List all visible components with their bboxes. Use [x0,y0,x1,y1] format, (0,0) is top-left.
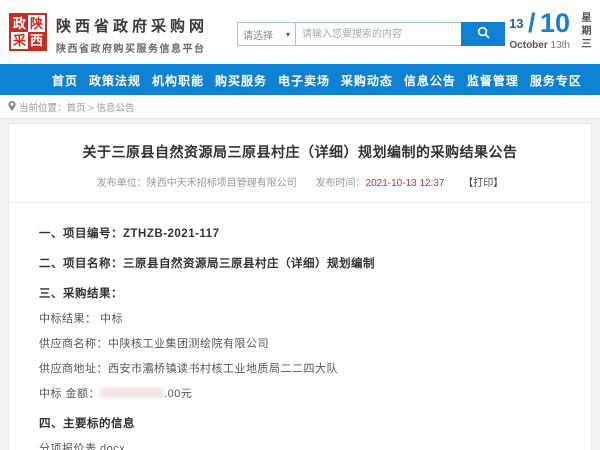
weekday-label: 星期三 [577,12,592,51]
nav-item-dynamics[interactable]: 采购动态 [341,72,393,89]
nav-item-home[interactable]: 首页 [52,72,78,89]
location-pin-icon [8,98,16,116]
publisher: 发布单位：陕西中天禾招标项目管理有限公司 [97,178,297,189]
article-meta: 发布单位：陕西中天禾招标项目管理有限公司 发布时间：2021-10-13 12:… [9,162,591,203]
logo-char: 西 [28,32,45,49]
section-result-heading: 三、采购结果： [39,285,561,301]
date-slash: / [528,8,536,38]
date-en-month: October [509,40,547,51]
breadcrumb-text[interactable]: 当前位置：首页 > 信息公告 [19,100,134,114]
logo-char: 政 [11,15,28,32]
date-day: 13 [509,16,523,31]
publish-time-value: 2021-10-13 12:37 [366,178,445,189]
search-button[interactable] [461,22,505,46]
section-subject-info: 四、主要标的信息 [39,415,561,431]
site-title: 陕西省政府采购网 [56,15,208,36]
article-title: 关于三原县自然资源局三原县村庄（详细）规划编制的采购结果公告 [9,124,591,162]
search-icon [477,26,490,42]
search-category-select[interactable]: 请选择 ▾ [237,22,295,46]
nav-item-policies[interactable]: 政策法规 [89,72,141,89]
article-content: 一、项目编号：ZTHZB-2021-117 二、项目名称：三原县自然资源局三原县… [9,203,591,450]
search-select-label: 请选择 [243,27,273,42]
nav-item-purchase[interactable]: 购买服务 [215,72,267,89]
print-button[interactable]: 【打印】 [463,178,503,189]
nav-item-announcements[interactable]: 信息公告 [404,72,456,89]
breadcrumb: 当前位置：首页 > 信息公告 [0,95,600,119]
section-project-name: 二、项目名称：三原县自然资源局三原县村庄（详细）规划编制 [39,255,561,271]
site-header: 政 陕 采 西 陕西省政府采购网 陕西省政府购买服务信息平台 请选择 ▾ 13 … [0,0,600,66]
nav-item-services[interactable]: 服务专区 [530,72,582,89]
nav-item-emarket[interactable]: 电子卖场 [278,72,330,89]
search-input[interactable] [295,22,461,46]
bid-amount: 中标 金额： .00元 [39,385,561,401]
date-en-day: 13th [551,40,570,51]
bid-amount-label: 中标 金额： [39,388,100,400]
date-numbers: 13 / 10 [509,10,570,37]
redacted-amount [100,387,164,398]
publish-time: 发布时间：2021-10-13 12:37 [316,178,445,189]
bid-result: 中标结果： 中标 [39,310,561,326]
logo-char: 陕 [28,15,45,32]
supplier-address: 供应商地址：西安市灞桥镇读书村核工业地质局二二四大队 [39,360,561,376]
main-nav: 首页 政策法规 机构职能 购买服务 电子卖场 采购动态 信息公告 监督管理 服务… [0,66,600,95]
search-bar: 请选择 ▾ [237,22,505,46]
caret-down-icon: ▾ [286,30,290,39]
site-names: 陕西省政府采购网 陕西省政府购买服务信息平台 [56,15,208,55]
publish-time-label: 发布时间： [316,178,366,189]
section-project-number: 一、项目编号：ZTHZB-2021-117 [39,225,561,241]
site-subtitle: 陕西省政府购买服务信息平台 [56,40,208,55]
date-month: 10 [540,8,570,38]
attachment-link[interactable]: 分项报价表.docx [39,440,561,450]
site-logo: 政 陕 采 西 [9,13,47,51]
supplier-name: 供应商名称：中陕核工业集团测绘院有限公司 [39,335,561,351]
logo-char: 采 [11,32,28,49]
nav-item-functions[interactable]: 机构职能 [152,72,204,89]
date-english: October 13th [509,40,570,51]
bid-amount-suffix: .00元 [164,388,192,400]
nav-item-supervision[interactable]: 监督管理 [467,72,519,89]
article-card: 关于三原县自然资源局三原县村庄（详细）规划编制的采购结果公告 发布单位：陕西中天… [8,123,592,450]
date-widget: 13 / 10 October 13th [509,10,570,51]
